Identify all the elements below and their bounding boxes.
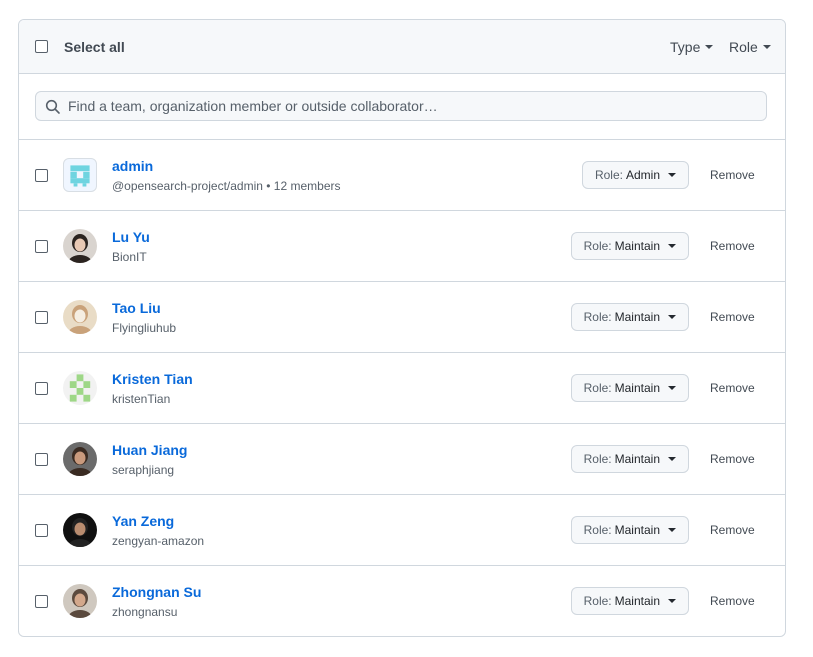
remove-button[interactable]: Remove — [710, 310, 755, 324]
user-photo-icon — [63, 442, 97, 476]
role-dropdown[interactable]: Role: Maintain — [570, 445, 689, 473]
role-value: Maintain — [614, 310, 660, 324]
role-dropdown[interactable]: Role: Admin — [581, 161, 689, 189]
avatar[interactable] — [63, 300, 97, 334]
member-list: admin @opensearch-project/admin • 12 memb… — [19, 140, 785, 636]
member-name-link[interactable]: Lu Yu — [112, 229, 150, 245]
member-subtitle: seraphjiang — [112, 463, 175, 477]
chevron-down-icon — [668, 528, 676, 532]
member-checkbox[interactable] — [35, 311, 48, 324]
chevron-down-icon — [762, 45, 771, 49]
avatar[interactable] — [63, 442, 97, 476]
role-prefix: Role: — [583, 239, 612, 253]
search-icon — [45, 99, 60, 114]
remove-button[interactable]: Remove — [710, 523, 755, 537]
role-value: Maintain — [614, 594, 660, 608]
avatar[interactable] — [63, 584, 97, 618]
type-filter-dropdown[interactable]: Type — [670, 39, 714, 55]
type-filter-label: Type — [670, 39, 701, 55]
select-all-label: Select all — [64, 39, 125, 55]
avatar[interactable] — [63, 513, 97, 547]
remove-button[interactable]: Remove — [710, 452, 755, 466]
chevron-down-icon — [668, 173, 676, 177]
member-row: Tao Liu Flyingliuhub Role: Maintain Remove — [19, 282, 785, 353]
role-value: Maintain — [614, 452, 660, 466]
chevron-down-icon — [668, 457, 676, 461]
user-photo-icon — [63, 584, 97, 618]
avatar[interactable] — [63, 229, 97, 263]
member-row: Huan Jiang seraphjiang Role: Maintain Remove — [19, 424, 785, 495]
remove-button[interactable]: Remove — [710, 168, 755, 182]
member-checkbox[interactable] — [35, 169, 48, 182]
remove-button[interactable]: Remove — [710, 239, 755, 253]
identicon-icon — [63, 371, 97, 405]
user-photo-icon — [63, 300, 97, 334]
member-checkbox[interactable] — [35, 382, 48, 395]
collaborators-panel: Select all Type Role admin @opensearch-pr… — [18, 19, 786, 637]
user-photo-icon — [63, 229, 97, 263]
member-subtitle: BionIT — [112, 250, 147, 264]
role-value: Maintain — [614, 523, 660, 537]
avatar[interactable] — [63, 158, 97, 192]
chevron-down-icon — [668, 244, 676, 248]
search-box — [35, 91, 767, 121]
remove-button[interactable]: Remove — [710, 381, 755, 395]
member-name-link[interactable]: Kristen Tian — [112, 371, 193, 387]
role-filter-label: Role — [729, 39, 758, 55]
role-dropdown[interactable]: Role: Maintain — [570, 303, 689, 331]
role-dropdown[interactable]: Role: Maintain — [570, 232, 689, 260]
team-identicon-icon — [67, 162, 93, 188]
role-filter-dropdown[interactable]: Role — [729, 39, 771, 55]
role-dropdown[interactable]: Role: Maintain — [570, 374, 689, 402]
chevron-down-icon — [668, 599, 676, 603]
member-checkbox[interactable] — [35, 240, 48, 253]
member-row: Lu Yu BionIT Role: Maintain Remove — [19, 211, 785, 282]
chevron-down-icon — [668, 315, 676, 319]
role-prefix: Role: — [594, 168, 623, 182]
avatar[interactable] — [63, 371, 97, 405]
member-row: admin @opensearch-project/admin • 12 memb… — [19, 140, 785, 211]
user-photo-icon — [63, 513, 97, 547]
member-row: Kristen Tian kristenTian Role: Maintain Remo… — [19, 353, 785, 424]
list-header: Select all Type Role — [19, 20, 785, 74]
member-subtitle: Flyingliuhub — [112, 321, 177, 335]
remove-button[interactable]: Remove — [710, 594, 755, 608]
member-subtitle: zengyan-amazon — [112, 534, 205, 548]
member-checkbox[interactable] — [35, 453, 48, 466]
member-name-link[interactable]: Tao Liu — [112, 300, 161, 316]
search-input[interactable] — [68, 92, 758, 120]
member-name-link[interactable]: admin — [112, 158, 153, 174]
member-name-link[interactable]: Zhongnan Su — [112, 584, 201, 600]
chevron-down-icon — [668, 386, 676, 390]
member-row: Yan Zeng zengyan-amazon Role: Maintain Remov… — [19, 495, 785, 566]
role-value: Maintain — [614, 239, 660, 253]
role-value: Admin — [625, 168, 660, 182]
role-prefix: Role: — [583, 381, 612, 395]
search-section — [19, 74, 785, 140]
role-prefix: Role: — [583, 594, 612, 608]
member-name-link[interactable]: Yan Zeng — [112, 513, 174, 529]
select-all-checkbox[interactable] — [35, 40, 48, 53]
member-checkbox[interactable] — [35, 595, 48, 608]
member-subtitle: kristenTian — [112, 392, 171, 406]
member-subtitle: @opensearch-project/admin • 12 members — [112, 179, 341, 193]
member-row: Zhongnan Su zhongnansu Role: Maintain Remove — [19, 566, 785, 636]
role-value: Maintain — [614, 381, 660, 395]
member-checkbox[interactable] — [35, 524, 48, 537]
role-prefix: Role: — [583, 523, 612, 537]
member-subtitle: zhongnansu — [112, 605, 178, 619]
chevron-down-icon — [705, 45, 714, 49]
role-prefix: Role: — [583, 452, 612, 466]
role-dropdown[interactable]: Role: Maintain — [570, 587, 689, 615]
role-prefix: Role: — [583, 310, 612, 324]
member-name-link[interactable]: Huan Jiang — [112, 442, 187, 458]
role-dropdown[interactable]: Role: Maintain — [570, 516, 689, 544]
